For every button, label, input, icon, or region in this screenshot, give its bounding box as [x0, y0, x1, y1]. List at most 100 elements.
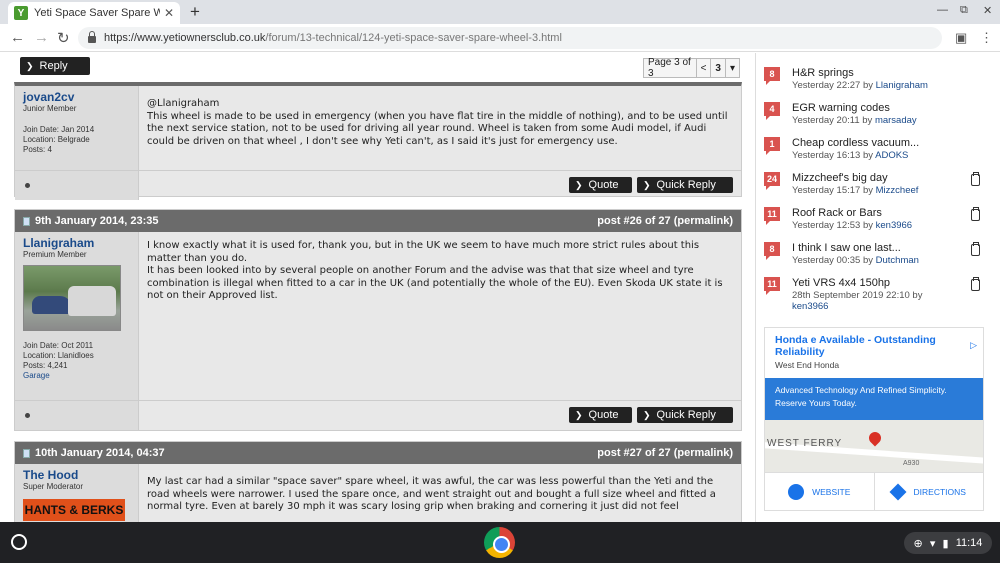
reply-count-badge: 1	[764, 137, 780, 155]
reply-button[interactable]: ❯ Reply	[20, 57, 90, 75]
directions-button[interactable]: DIRECTIONS	[875, 473, 984, 510]
author-rank: Premium Member	[23, 250, 87, 259]
map-pin-icon	[866, 429, 884, 447]
attachment-icon	[971, 277, 980, 291]
forum-post: 10th January 2014, 04:37 post #27 of 27 …	[14, 441, 742, 522]
forum-post: jovan2cv Junior Member Join Date: Jan 20…	[14, 82, 742, 200]
thread-title[interactable]: EGR warning codes	[792, 102, 890, 114]
thread-author[interactable]: Llanigraham	[876, 80, 928, 91]
post-date: 10th January 2014, 04:37	[35, 447, 165, 459]
thread-author[interactable]: Mizzcheef	[876, 185, 919, 196]
browser-toolbar: ← → ↻ https://www.yetiownersclub.co.uk/f…	[0, 24, 1000, 52]
launcher-icon[interactable]	[11, 534, 27, 550]
minimize-icon[interactable]: —	[937, 4, 948, 16]
thread-title[interactable]: Yeti VRS 4x4 150hp	[792, 277, 890, 289]
ad-body[interactable]: Advanced Technology And Refined Simplici…	[765, 378, 983, 420]
author-name[interactable]: jovan2cv	[23, 90, 130, 104]
thread-title[interactable]: Mizzcheef's big day	[792, 172, 888, 184]
thread-author[interactable]: ken3966	[876, 220, 912, 231]
thread-time: Yesterday 00:35 by	[792, 255, 873, 266]
lock-icon	[88, 30, 96, 43]
forum-post: 9th January 2014, 23:35 post #26 of 27 (…	[14, 209, 742, 431]
thread-time: Yesterday 16:13 by	[792, 150, 873, 161]
thread-time: 28th September 2019 22:10 by	[792, 290, 923, 301]
restore-icon[interactable]: ⧉	[960, 4, 968, 17]
author-name[interactable]: Llanigraham	[23, 236, 130, 250]
thread-time: Yesterday 15:17 by	[792, 185, 873, 196]
location: Location: Llanidloes	[23, 351, 94, 360]
post-header: 10th January 2014, 04:37 post #27 of 27 …	[15, 442, 741, 464]
tab-close-icon[interactable]: ✕	[164, 6, 174, 20]
browser-tab[interactable]: Y Yeti Space Saver Spare Wheel. - P ✕	[8, 2, 180, 24]
avatar[interactable]	[23, 265, 121, 331]
menu-icon[interactable]: ⋮	[980, 30, 993, 46]
post-message: I know exactly what it is used for, than…	[147, 240, 723, 301]
map-road-label: A930	[903, 460, 920, 467]
attachment-icon	[971, 242, 980, 256]
car-image	[68, 286, 116, 316]
post-icon	[23, 448, 30, 458]
thread-author[interactable]: marsaday	[875, 115, 917, 126]
region-badge: HANTS & BERKS	[23, 499, 125, 521]
post-message: My last car had a similar "space saver" …	[147, 476, 716, 512]
ad-play-icon[interactable]: ▷	[970, 340, 977, 351]
thread-author[interactable]: Dutchman	[876, 255, 919, 266]
os-shelf: ⊕ ▾ ▮ 11:14	[0, 522, 1000, 563]
chrome-icon[interactable]	[484, 527, 515, 558]
ad-title[interactable]: Honda e Available - Outstanding Reliabil…	[775, 334, 965, 358]
site-favicon-icon: Y	[14, 6, 28, 20]
url-path: /forum/13-technical/124-yeti-space-saver…	[265, 32, 562, 44]
ad-map[interactable]: WEST FERRY A930	[765, 420, 983, 472]
thread-title[interactable]: I think I saw one last...	[792, 242, 901, 254]
status-tray[interactable]: ⊕ ▾ ▮ 11:14	[904, 532, 992, 554]
battery-icon: ▮	[942, 537, 949, 550]
car-image	[32, 296, 72, 314]
thread-title[interactable]: Cheap cordless vacuum...	[792, 137, 919, 149]
tab-title: Yeti Space Saver Spare Wheel. - P	[34, 7, 160, 19]
page-dropdown-button[interactable]: ▾	[724, 59, 739, 77]
back-icon[interactable]: ←	[10, 29, 25, 46]
page-3-button[interactable]: 3	[710, 59, 725, 77]
prev-page-button[interactable]: <	[695, 59, 711, 77]
thread-author[interactable]: ken3966	[792, 301, 828, 312]
reply-count-badge: 11	[764, 207, 780, 225]
attachment-icon	[971, 172, 980, 186]
add-icon: ⊕	[913, 537, 923, 550]
website-button[interactable]: WEBSITE	[765, 473, 875, 510]
thread-title[interactable]: H&R springs	[792, 67, 854, 79]
reload-icon[interactable]: ↻	[57, 29, 70, 47]
wifi-icon: ▾	[929, 537, 936, 550]
author-rank: Junior Member	[23, 104, 77, 113]
author-name[interactable]: The Hood	[23, 468, 130, 482]
thread-time: Yesterday 20:11 by	[792, 115, 873, 126]
status-dot	[25, 413, 30, 418]
reply-count-badge: 8	[764, 67, 780, 85]
quick-reply-button[interactable]: ❯ Quick Reply	[637, 177, 733, 193]
sidebar: 8 H&R springs Yesterday 22:27 by Llanigr…	[755, 53, 1000, 522]
quote-button[interactable]: ❯ Quote	[569, 177, 632, 193]
post-permalink[interactable]: post #27 of 27 (permalink)	[597, 447, 733, 459]
ad-advertiser: West End Honda	[775, 360, 840, 370]
arrow-icon: ❯	[26, 60, 34, 71]
page-info: Page 3 of 3	[648, 57, 691, 79]
author-panel: Llanigraham Premium Member Join Date: Oc…	[15, 232, 139, 400]
forward-icon[interactable]: →	[34, 29, 49, 46]
new-tab-icon[interactable]: +	[190, 2, 200, 22]
quote-button[interactable]: ❯ Quote	[569, 407, 632, 423]
thread-time: Yesterday 22:27 by	[792, 80, 873, 91]
thread-title[interactable]: Roof Rack or Bars	[792, 207, 882, 219]
extension-icon[interactable]: ▣	[955, 30, 967, 46]
address-bar[interactable]: https://www.yetiownersclub.co.uk/forum/1…	[78, 27, 942, 49]
url-host: https://www.yetiownersclub.co.uk	[104, 32, 266, 44]
reply-count-badge: 24	[764, 172, 780, 190]
thread-author[interactable]: ADOKS	[875, 150, 908, 161]
reply-count-badge: 11	[764, 277, 780, 295]
advertisement[interactable]: Honda e Available - Outstanding Reliabil…	[764, 327, 984, 511]
author-panel: The Hood Super Moderator HANTS & BERKS	[15, 464, 139, 522]
garage-link[interactable]: Garage	[23, 371, 130, 381]
arrow-icon: ❯	[575, 409, 583, 420]
close-window-icon[interactable]: ✕	[983, 4, 992, 17]
quick-reply-button[interactable]: ❯ Quick Reply	[637, 407, 733, 423]
post-permalink[interactable]: post #26 of 27 (permalink)	[597, 215, 733, 227]
arrow-icon: ❯	[643, 179, 651, 190]
